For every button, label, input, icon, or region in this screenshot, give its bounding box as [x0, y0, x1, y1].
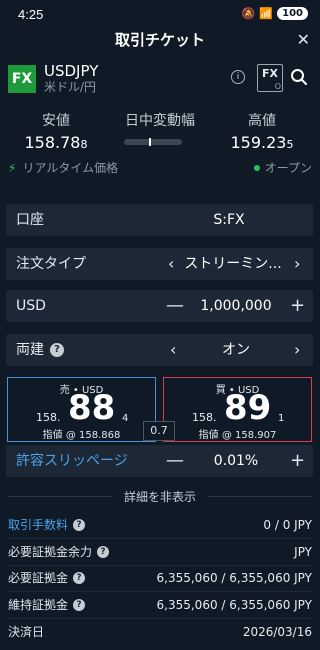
chevron-right-icon[interactable]: ›	[294, 334, 300, 366]
fx-chip-label: FX	[262, 67, 278, 80]
detail-row: 必要証拠金 ? 6,355,060 / 6,355,060 JPY	[8, 567, 312, 589]
two-way-row: 両建 ? ‹ オン ›	[6, 334, 313, 366]
symbol-name[interactable]: USDJPY	[44, 62, 98, 80]
sell-price-big: 88	[68, 388, 116, 428]
divider	[6, 591, 314, 592]
sell-quote-button[interactable]: 売 • USD 158. 88 4 指値 @ 158.868	[7, 377, 156, 442]
search-icon[interactable]	[290, 68, 308, 86]
detail-label-wrap: 必要証拠金 ?	[8, 567, 86, 589]
close-button[interactable]: ✕	[297, 30, 310, 50]
two-way-label: 両建	[16, 342, 44, 358]
high-label: 高値	[248, 113, 276, 129]
currency-label: USD	[16, 298, 46, 314]
decrease-slippage-button[interactable]: —	[166, 445, 184, 477]
info-icon[interactable]: i	[231, 70, 245, 84]
buy-price-big: 89	[224, 388, 272, 428]
account-label: 口座	[16, 212, 44, 228]
bolt-icon: ⚡	[8, 161, 17, 175]
status-time: 4:25	[18, 7, 44, 22]
status-dot-icon	[253, 165, 260, 171]
divider	[6, 618, 314, 619]
market-status: オープン	[253, 160, 312, 176]
divider	[208, 496, 312, 497]
fx-chip-icon[interactable]: FX O	[257, 64, 283, 92]
maintenance-margin-label: 維持証拠金	[8, 598, 69, 612]
fx-badge-icon: FX	[8, 65, 36, 93]
increase-quantity-button[interactable]: +	[290, 290, 305, 322]
settlement-date-value: 2026/03/16	[242, 625, 312, 639]
divider	[6, 538, 314, 539]
divider	[6, 565, 314, 566]
sell-price-tail: 4	[122, 413, 129, 424]
increase-slippage-button[interactable]: +	[290, 445, 305, 477]
order-type-value: ストリーミン...	[184, 256, 282, 272]
detail-label-wrap: 必要証拠金余力 ?	[8, 541, 110, 563]
low-label: 安値	[42, 113, 70, 129]
required-margin-label: 必要証拠金	[8, 571, 69, 585]
buy-price-tail: 1	[278, 413, 285, 424]
help-icon[interactable]: ?	[97, 546, 110, 558]
fx-chip-sub: O	[274, 82, 281, 91]
commission-value: 0 / 0 JPY	[263, 518, 312, 532]
status-bar: 4:25 🔕 📶 100	[0, 0, 320, 30]
required-margin-value: 6,355,060 / 6,355,060 JPY	[156, 571, 312, 585]
battery-icon: 100	[277, 7, 308, 20]
page-title: 取引チケット	[114, 31, 205, 49]
margin-available-value: JPY	[294, 545, 312, 559]
detail-row: 必要証拠金余力 ? JPY	[8, 541, 312, 563]
low-value-tail: 8	[80, 138, 88, 151]
maintenance-margin-value: 6,355,060 / 6,355,060 JPY	[156, 598, 312, 612]
wifi-icon: 📶	[259, 7, 274, 20]
high-value: 159.235	[212, 133, 312, 155]
account-row[interactable]: 口座 S:FX	[6, 204, 313, 236]
decrease-quantity-button[interactable]: —	[166, 290, 184, 322]
quantity-row: USD — 1,000,000 +	[6, 290, 313, 322]
buy-price-prefix: 158.	[192, 411, 217, 424]
low-value-main: 158.78	[24, 133, 81, 152]
day-range-bar	[124, 138, 182, 146]
sell-limit-price: 指値 @ 158.868	[42, 430, 121, 441]
detail-label-wrap: 維持証拠金 ?	[8, 594, 86, 616]
order-type-label: 注文タイプ	[16, 256, 86, 272]
chevron-right-icon[interactable]: ›	[294, 248, 300, 280]
help-icon[interactable]: ?	[50, 343, 64, 357]
symbol-description: 米ドル/円	[44, 80, 97, 94]
buy-limit-price: 指値 @ 158.907	[198, 430, 277, 441]
slippage-label[interactable]: 許容スリッページ	[16, 445, 128, 477]
help-icon[interactable]: ?	[73, 572, 86, 584]
realtime-label: リアルタイム価格	[22, 161, 119, 175]
detail-row: 維持証拠金 ? 6,355,060 / 6,355,060 JPY	[8, 594, 312, 616]
settlement-date-label: 決済日	[8, 625, 45, 639]
market-status-label: オープン	[264, 161, 312, 175]
detail-row: 取引手数料 ? 0 / 0 JPY	[8, 514, 312, 536]
sell-price-prefix: 158.	[36, 411, 61, 424]
status-icons: 🔕 📶 100	[242, 7, 308, 20]
mute-icon: 🔕	[241, 7, 256, 20]
order-type-row: 注文タイプ ‹ ストリーミン... ›	[6, 248, 313, 280]
two-way-label-wrap: 両建 ?	[16, 334, 64, 366]
two-way-value: オン	[222, 342, 250, 358]
commission-link[interactable]: 取引手数料	[8, 514, 68, 536]
account-value: S:FX	[213, 212, 245, 228]
high-value-tail: 5	[286, 138, 294, 151]
help-icon[interactable]: ?	[73, 519, 86, 531]
detail-row: 決済日 2026/03/16	[8, 621, 312, 643]
detail-label-wrap: 取引手数料 ?	[8, 514, 86, 536]
slippage-input[interactable]: 0.01%	[186, 445, 286, 477]
spread-badge: 0.7	[143, 421, 175, 441]
range-label: 日中変動幅	[125, 113, 195, 129]
margin-available-label: 必要証拠金余力	[8, 545, 93, 559]
high-value-main: 159.23	[230, 133, 287, 152]
low-value: 158.788	[6, 133, 106, 155]
buy-quote-button[interactable]: 買 • USD 158. 89 1 指値 @ 158.907	[163, 377, 312, 442]
realtime-price: ⚡ リアルタイム価格	[8, 160, 118, 176]
chevron-left-icon[interactable]: ‹	[170, 334, 176, 366]
range-marker	[149, 138, 151, 146]
help-icon[interactable]: ?	[73, 599, 86, 611]
quantity-input[interactable]: 1,000,000	[186, 290, 286, 322]
slippage-row: 許容スリッページ — 0.01% +	[6, 445, 313, 477]
